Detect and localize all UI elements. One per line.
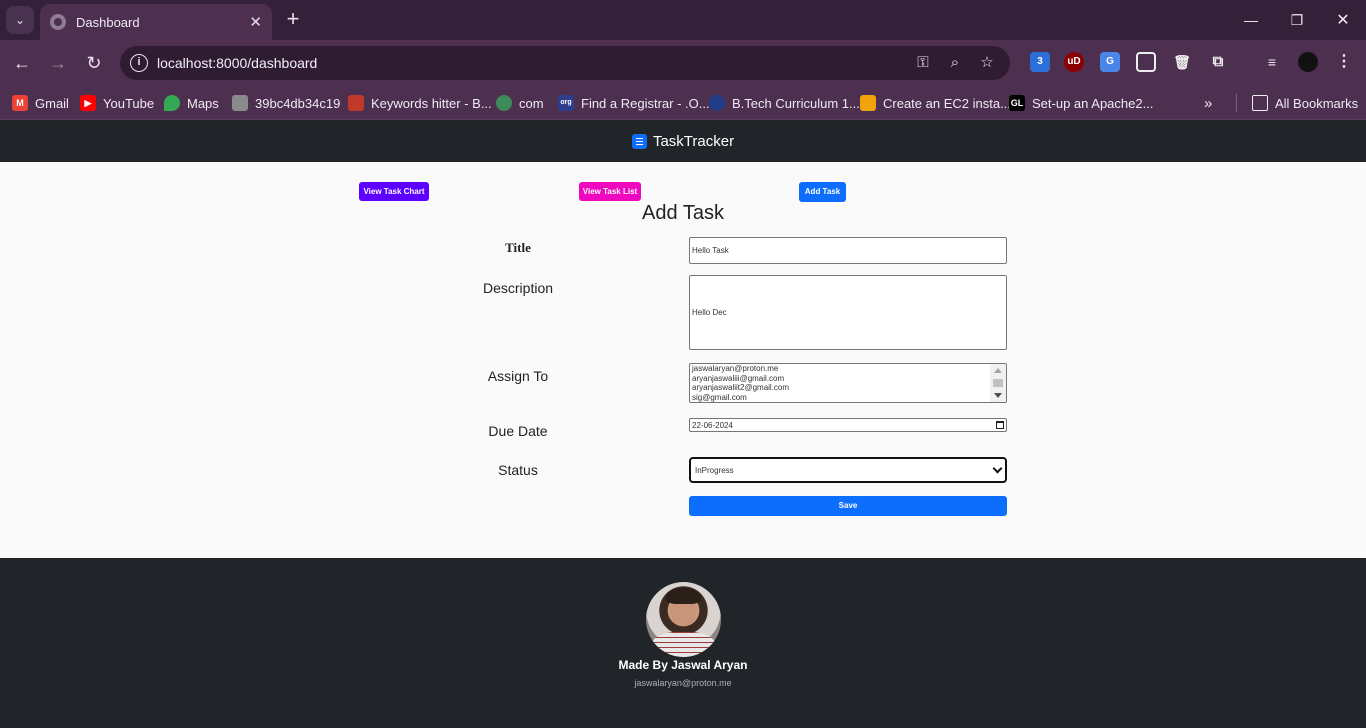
- picture-in-picture-icon[interactable]: [1136, 52, 1156, 72]
- due-date-label: Due Date: [488, 423, 548, 439]
- extensions-puzzle-icon[interactable]: ⧉: [1208, 52, 1228, 72]
- status-label: Status: [498, 462, 538, 478]
- reload-button[interactable]: ↻: [82, 51, 106, 75]
- bookmark-star-icon[interactable]: ☆: [978, 54, 996, 72]
- title-label: Title: [505, 240, 531, 255]
- double-chevron-right-icon: »: [1204, 94, 1213, 112]
- minimize-button[interactable]: —: [1228, 0, 1274, 40]
- page-icon: [232, 95, 248, 111]
- scroll-down-arrow-icon[interactable]: [994, 393, 1002, 398]
- profile-avatar[interactable]: [1298, 52, 1318, 72]
- assign-option[interactable]: aryanjaswaliii@gmail.com: [690, 374, 1006, 384]
- close-window-button[interactable]: ✕: [1320, 0, 1366, 40]
- page-content: TaskTracker View Task Chart View Task Li…: [0, 121, 1366, 728]
- ublock-extension-icon[interactable]: uD: [1064, 52, 1084, 72]
- author-avatar: [646, 582, 721, 657]
- tab-title: Dashboard: [76, 14, 140, 30]
- org-icon: org: [558, 95, 574, 111]
- assign-scrollbar[interactable]: [990, 364, 1006, 402]
- new-tab-button[interactable]: +: [282, 8, 304, 30]
- chevron-down-icon: [992, 463, 1003, 473]
- media-control-icon[interactable]: ≡: [1262, 52, 1282, 72]
- bookmark-item[interactable]: com: [496, 92, 544, 114]
- all-bookmarks-button[interactable]: All Bookmarks: [1252, 92, 1358, 114]
- author-name: Made By Jaswal Aryan: [618, 658, 748, 672]
- keywords-icon: [348, 95, 364, 111]
- description-textarea[interactable]: Hello Dec: [689, 275, 1007, 350]
- tab-strip: ⌄ Dashboard ✕ + — ❐ ✕: [0, 0, 1366, 40]
- assign-to-multiselect[interactable]: jaswalaryan@proton.me aryanjaswaliii@gma…: [689, 363, 1007, 403]
- translate-extension-icon[interactable]: G: [1100, 52, 1120, 72]
- assign-option[interactable]: jaswalaryan@proton.me: [690, 364, 1006, 374]
- bitwarden-extension-icon[interactable]: 3: [1030, 52, 1050, 72]
- globe-icon: [50, 14, 66, 30]
- globe-icon: [496, 95, 512, 111]
- assign-to-label: Assign To: [487, 368, 549, 384]
- save-button[interactable]: Save: [689, 496, 1007, 516]
- view-task-list-button[interactable]: View Task List: [579, 182, 641, 201]
- due-date-input[interactable]: 22-06-2024: [689, 418, 1007, 432]
- url-text[interactable]: localhost:8000/dashboard: [157, 55, 317, 71]
- bookmark-item[interactable]: B.Tech Curriculum 1...: [709, 92, 860, 114]
- back-button[interactable]: ←: [10, 51, 34, 75]
- bookmark-item[interactable]: org Find a Registrar - .O...: [558, 92, 710, 114]
- divider: [1236, 94, 1237, 112]
- brand[interactable]: TaskTracker: [631, 133, 735, 150]
- app-navbar: TaskTracker: [0, 121, 1366, 162]
- maps-icon: [164, 95, 180, 111]
- bookmark-item[interactable]: Maps: [164, 92, 219, 114]
- bookmark-item[interactable]: ▶ YouTube: [80, 92, 154, 114]
- status-select[interactable]: InProgress: [689, 457, 1007, 483]
- assign-option[interactable]: aryanjaswaliit2@gmail.com: [690, 383, 1006, 393]
- address-bar[interactable]: i localhost:8000/dashboard ⚿ ⌕ ☆: [120, 46, 1010, 80]
- due-date-value: 22-06-2024: [692, 420, 733, 430]
- bookmark-item[interactable]: Keywords hitter - B...: [348, 92, 492, 114]
- more-bookmarks-button[interactable]: »: [1204, 92, 1212, 114]
- assign-option[interactable]: sig@gmail.com: [690, 393, 1006, 403]
- gmail-icon: M: [12, 95, 28, 111]
- form-heading: Add Task: [642, 202, 724, 224]
- forward-button[interactable]: →: [46, 51, 70, 75]
- add-task-button[interactable]: Add Task: [799, 182, 846, 202]
- browser-tab[interactable]: Dashboard ✕: [40, 4, 272, 40]
- bookmark-item[interactable]: Create an EC2 insta...: [860, 92, 1011, 114]
- trash-extension-icon[interactable]: 🗑: [1172, 52, 1192, 72]
- calendar-icon[interactable]: [996, 421, 1004, 429]
- youtube-icon: ▶: [80, 95, 96, 111]
- description-label: Description: [482, 280, 554, 296]
- bookmark-item[interactable]: M Gmail: [12, 92, 69, 114]
- chevron-down-icon: ⌄: [14, 13, 26, 27]
- university-icon: [709, 95, 725, 111]
- restore-button[interactable]: ❐: [1274, 0, 1320, 40]
- view-task-chart-button[interactable]: View Task Chart: [359, 182, 429, 201]
- site-info-icon[interactable]: i: [130, 54, 148, 72]
- tab-search-button[interactable]: ⌄: [6, 6, 34, 34]
- title-input[interactable]: Hello Task: [689, 237, 1007, 264]
- author-email: jaswalaryan@proton.me: [634, 678, 732, 688]
- more-menu-icon[interactable]: ⋮: [1334, 52, 1354, 72]
- footer: Made By Jaswal Aryan jaswalaryan@proton.…: [0, 558, 1366, 728]
- scroll-thumb[interactable]: [993, 379, 1003, 387]
- password-key-icon[interactable]: ⚿: [914, 54, 932, 72]
- bookmark-item[interactable]: 39bc4db34c19: [232, 92, 340, 114]
- list-icon: [631, 134, 647, 149]
- aws-icon: [860, 95, 876, 111]
- brand-name: TaskTracker: [652, 133, 735, 150]
- close-icon[interactable]: ✕: [249, 13, 262, 31]
- zoom-icon[interactable]: ⌕: [946, 54, 964, 72]
- bookmarks-bar: M Gmail ▶ YouTube Maps 39bc4db34c19 Keywor…: [0, 86, 1366, 120]
- browser-toolbar: ← → ↻ i localhost:8000/dashboard ⚿ ⌕ ☆ 3…: [0, 40, 1366, 86]
- gl-icon: GL: [1009, 95, 1025, 111]
- status-selected-value: InProgress: [695, 465, 734, 475]
- bookmark-item[interactable]: GL Set-up an Apache2...: [1009, 92, 1153, 114]
- folder-icon: [1252, 95, 1268, 111]
- scroll-up-arrow-icon[interactable]: [994, 368, 1002, 373]
